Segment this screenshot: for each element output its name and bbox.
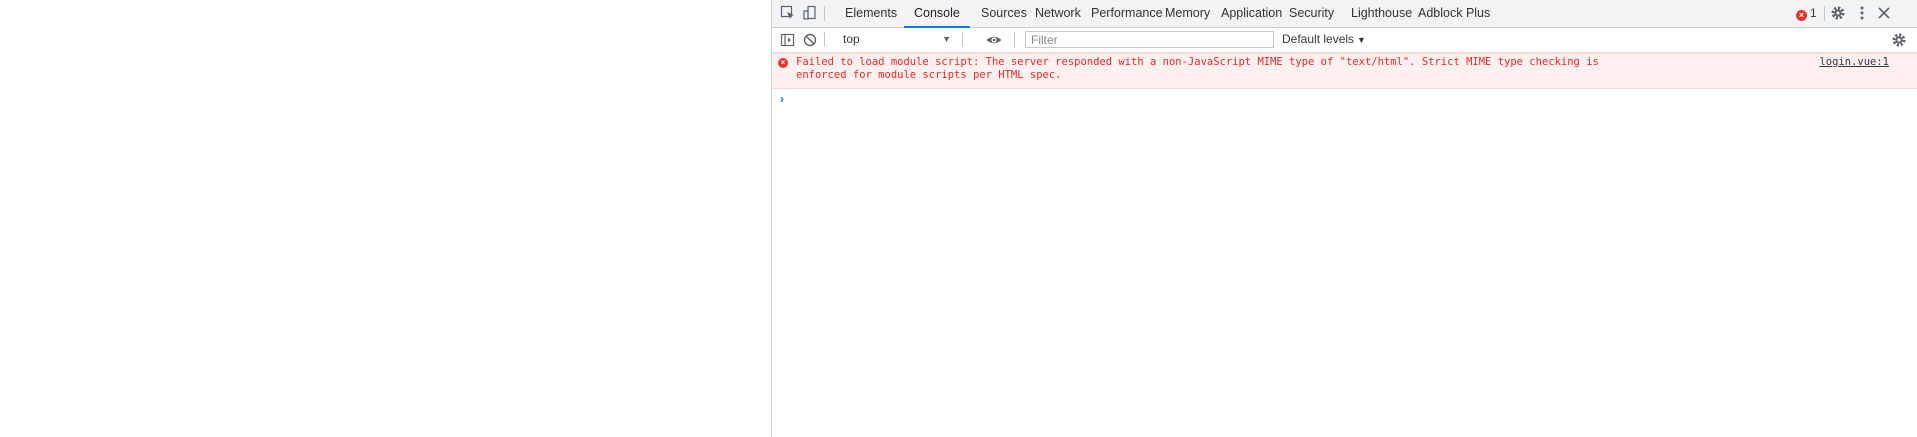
error-counter[interactable]: × 1 [1796,5,1817,22]
gear-icon[interactable] [1829,4,1847,22]
tab-security[interactable]: Security [1289,0,1334,27]
more-vert-icon[interactable] [1853,4,1871,22]
error-icon: × [778,58,788,68]
tab-console[interactable]: Console [904,0,970,28]
error-message-text: Failed to load module script: The server… [796,56,1599,81]
console-toolbar: top ▼ Default levels▼ [772,28,1917,53]
context-selector[interactable]: top ▼ [843,31,951,48]
close-icon[interactable] [1875,4,1893,22]
show-sidebar-icon[interactable] [779,31,797,49]
message-source-link[interactable]: login.vue:1 [1819,56,1889,69]
devtools-tabbar: Elements Console Sources Network Perform… [772,0,1917,28]
error-count: 1 [1810,6,1817,20]
tab-network[interactable]: Network [1035,0,1081,27]
clear-console-icon[interactable] [801,31,819,49]
devtools-panel: Elements Console Sources Network Perform… [771,0,1917,437]
toolbar-divider [824,32,825,47]
console-error-message[interactable]: × Failed to load module script: The serv… [772,53,1917,89]
tab-performance[interactable]: Performance [1091,0,1163,27]
toolbar-divider [1014,32,1015,47]
tab-application[interactable]: Application [1221,0,1282,27]
tab-memory[interactable]: Memory [1165,0,1210,27]
tab-sources[interactable]: Sources [981,0,1027,27]
inspect-element-icon[interactable] [779,4,797,22]
console-settings-gear-icon[interactable] [1890,31,1908,49]
tab-elements[interactable]: Elements [845,0,897,27]
inspected-page [0,0,771,437]
tab-adblock-plus[interactable]: Adblock Plus [1418,0,1490,27]
toolbar-divider [824,6,825,21]
context-value: top [843,32,860,46]
toolbar-divider [1824,6,1825,21]
tab-lighthouse[interactable]: Lighthouse [1351,0,1412,27]
log-levels-dropdown[interactable]: Default levels ▼ [1282,31,1366,48]
dropdown-arrow-icon: ▼ [1357,35,1366,45]
error-icon: × [1796,10,1807,21]
filter-input[interactable] [1025,31,1274,48]
toolbar-divider [962,32,963,47]
log-levels-label: Default levels [1282,32,1355,46]
dropdown-arrow-icon: ▼ [942,34,951,44]
console-prompt-chevron-icon[interactable]: › [780,92,784,106]
live-expression-eye-icon[interactable] [985,31,1003,49]
device-toolbar-icon[interactable] [801,4,819,22]
